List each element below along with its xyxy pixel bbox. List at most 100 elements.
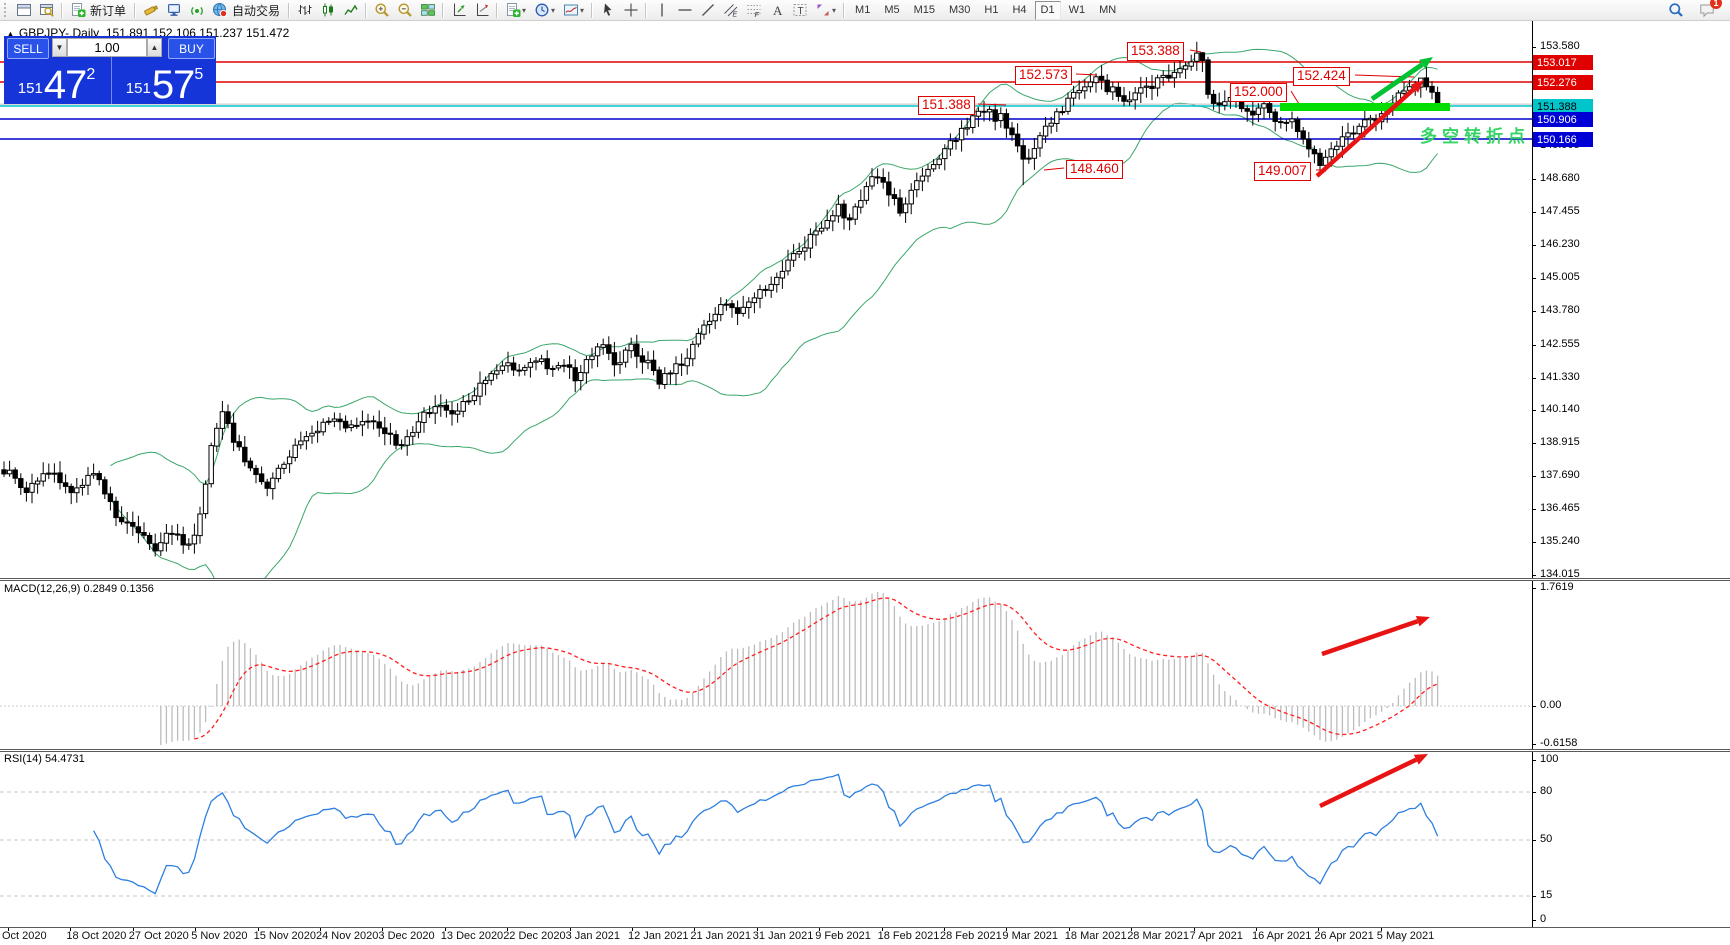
templates-icon[interactable]: ▾ <box>559 0 588 20</box>
timeframe-m15-button[interactable]: M15 <box>908 1 941 20</box>
bar-chart-icon[interactable] <box>293 0 316 20</box>
timeframe-h1-button[interactable]: H1 <box>978 1 1004 20</box>
timeframe-m30-button[interactable]: M30 <box>943 1 976 20</box>
auto-trading-icon[interactable] <box>208 0 231 20</box>
equidistant-channel-icon[interactable]: E <box>719 0 742 20</box>
panel-separator[interactable] <box>0 578 1730 581</box>
axis-tick-mark <box>1532 706 1536 707</box>
axis-tick-mark <box>1532 245 1536 246</box>
sell-price-big: 47 <box>44 66 87 104</box>
toolbar-separator <box>591 3 593 18</box>
auto-scroll-icon[interactable] <box>447 0 470 20</box>
sell-price[interactable]: 151472 <box>4 57 109 104</box>
rsi-tick: 15 <box>1540 889 1552 901</box>
macd-tick: -0.6158 <box>1540 737 1577 749</box>
zoom-in-icon[interactable] <box>370 0 393 20</box>
styler-icon[interactable] <box>139 0 162 20</box>
price-tick: 146.230 <box>1540 238 1580 250</box>
zoom-out-icon[interactable] <box>393 0 416 20</box>
volume-input[interactable] <box>67 38 147 57</box>
tile-windows-icon[interactable] <box>416 0 439 20</box>
macd-panel[interactable] <box>0 581 1532 748</box>
axis-tick-mark <box>1532 542 1536 543</box>
panel-separator[interactable] <box>0 749 1730 752</box>
volume-up-button[interactable]: ▲ <box>147 38 162 57</box>
candle-chart-icon[interactable] <box>316 0 339 20</box>
text-icon[interactable]: A <box>765 0 788 20</box>
application-window: 新订单自动交易▾▾▾EFAT▾M1M5M15M30H1H4D1W1MN1 ▲GB… <box>0 0 1730 945</box>
price-callout: 152.573 <box>1015 66 1072 85</box>
svg-text:A: A <box>773 3 783 18</box>
axis-tick-mark <box>1532 744 1536 745</box>
turning-point-annotation: 多空转折点 <box>1420 122 1530 147</box>
cursor-icon[interactable] <box>596 0 619 20</box>
price-level-badge: 153.017 <box>1533 55 1593 70</box>
date-label: 31 Jan 2021 <box>753 930 814 942</box>
buy-price-prefix: 151 <box>126 80 151 97</box>
price-level-badge: 150.906 <box>1533 112 1593 127</box>
sell-price-prefix: 151 <box>18 80 43 97</box>
timeframe-m1-button[interactable]: M1 <box>849 1 876 20</box>
text-label-icon[interactable]: T <box>788 0 811 20</box>
fibonacci-icon[interactable]: F <box>742 0 765 20</box>
volume-down-button[interactable]: ▼ <box>52 38 67 57</box>
new-order-icon[interactable] <box>66 0 89 20</box>
price-callout: 153.388 <box>1127 42 1184 61</box>
terminal-icon[interactable] <box>162 0 185 20</box>
buy-button[interactable]: BUY <box>168 38 215 59</box>
horizontal-line-icon[interactable] <box>673 0 696 20</box>
periods-icon[interactable]: ▾ <box>530 0 559 20</box>
axis-tick-mark <box>1532 896 1536 897</box>
notifications-icon[interactable]: 1 <box>1695 0 1718 20</box>
date-label: 26 Apr 2021 <box>1314 930 1373 942</box>
date-label: 13 Dec 2020 <box>441 930 503 942</box>
main-toolbar: 新订单自动交易▾▾▾EFAT▾M1M5M15M30H1H4D1W1MN1 <box>0 0 1730 21</box>
indicators-icon[interactable]: ▾ <box>501 0 530 20</box>
trendline-icon[interactable] <box>696 0 719 20</box>
timeframe-d1-button[interactable]: D1 <box>1035 1 1061 20</box>
price-tick: 136.465 <box>1540 502 1580 514</box>
chart-shift-icon[interactable] <box>470 0 493 20</box>
axis-tick-mark <box>1532 345 1536 346</box>
axis-tick-mark <box>1532 792 1536 793</box>
data-window-icon[interactable] <box>35 0 58 20</box>
timeframe-w1-button[interactable]: W1 <box>1063 1 1092 20</box>
date-label: 3 Dec 2020 <box>378 930 434 942</box>
buy-price[interactable]: 151575 <box>111 57 217 104</box>
vertical-line-icon[interactable] <box>650 0 673 20</box>
price-tick: 135.240 <box>1540 535 1580 547</box>
toolbar-separator <box>134 3 136 18</box>
rsi-tick: 100 <box>1540 753 1558 765</box>
new-order-label[interactable]: 新订单 <box>90 2 126 19</box>
toolbar-drag-handle <box>4 3 9 17</box>
crosshair-icon[interactable] <box>619 0 642 20</box>
main-price-chart[interactable] <box>0 22 1532 578</box>
timeframe-mn-button[interactable]: MN <box>1093 1 1122 20</box>
line-chart-icon[interactable] <box>339 0 362 20</box>
price-callout: 152.424 <box>1293 67 1350 86</box>
date-label: 18 Oct 2020 <box>66 930 126 942</box>
axis-tick-mark <box>1532 212 1536 213</box>
svg-text:F: F <box>754 10 759 18</box>
chart-window[interactable]: ▲GBPJPY-,Daily 151.891 152.106 151.237 1… <box>0 21 1730 945</box>
chart-window-icon[interactable] <box>12 0 35 20</box>
svg-text:T: T <box>797 6 803 17</box>
rsi-panel[interactable] <box>0 752 1532 927</box>
toolbar-separator <box>843 3 845 18</box>
axis-tick-mark <box>1532 760 1536 761</box>
arrows-icon[interactable]: ▾ <box>811 0 840 20</box>
axis-tick-mark <box>1532 311 1536 312</box>
timeframe-m5-button[interactable]: M5 <box>878 1 905 20</box>
sell-button[interactable]: SELL <box>7 38 49 59</box>
rsi-label: RSI(14) 54.4731 <box>4 753 85 765</box>
date-label: Oct 2020 <box>2 930 47 942</box>
timeframe-h4-button[interactable]: H4 <box>1006 1 1032 20</box>
signals-icon[interactable] <box>185 0 208 20</box>
auto-trading-label[interactable]: 自动交易 <box>232 2 280 19</box>
date-label: 7 Apr 2021 <box>1190 930 1243 942</box>
date-label: 18 Feb 2021 <box>878 930 940 942</box>
toolbar-separator <box>288 3 290 18</box>
date-label: 22 Dec 2020 <box>503 930 565 942</box>
toolbar-separator <box>365 3 367 18</box>
search-icon[interactable] <box>1664 0 1687 20</box>
